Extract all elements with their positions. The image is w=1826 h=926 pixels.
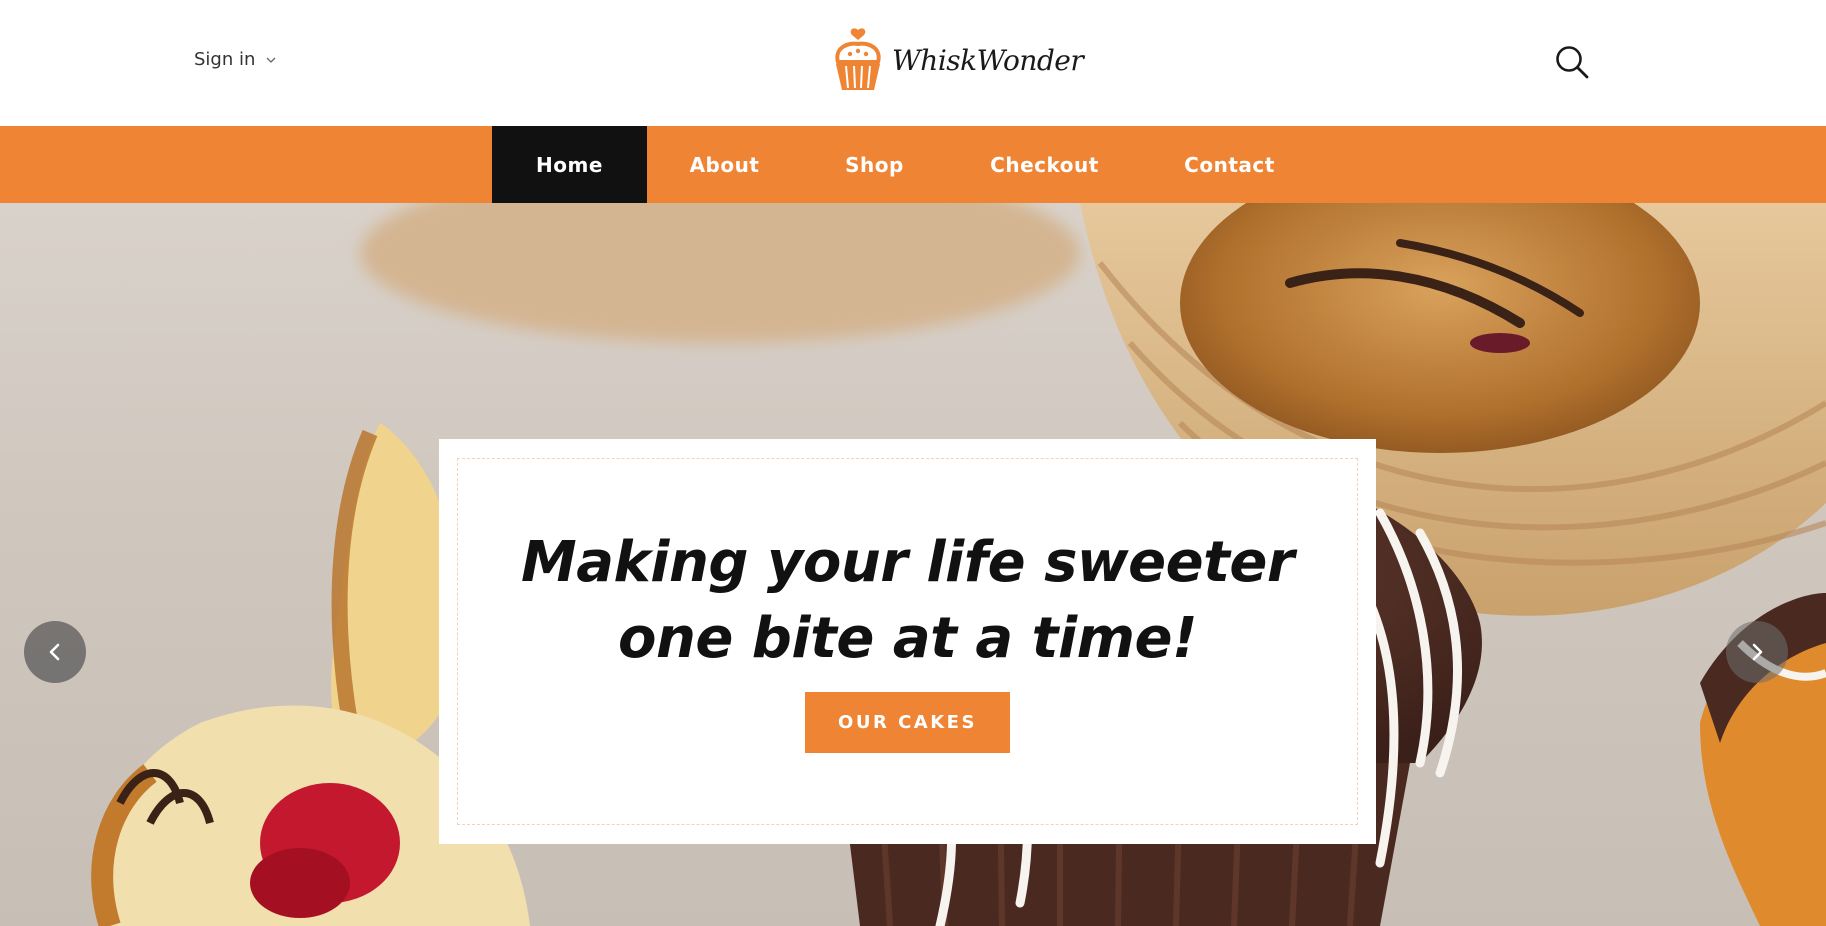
sign-in-dropdown[interactable]: Sign in bbox=[194, 49, 277, 70]
nav-item-shop[interactable]: Shop bbox=[802, 126, 947, 203]
chevron-right-icon bbox=[1752, 643, 1763, 661]
cupcake-icon bbox=[835, 28, 881, 90]
hero-headline-line2: one bite at a time! bbox=[617, 606, 1198, 671]
nav-item-checkout[interactable]: Checkout bbox=[947, 126, 1142, 203]
hero-card: Making your life sweeter one bite at a t… bbox=[439, 439, 1376, 844]
our-cakes-button[interactable]: OUR CAKES bbox=[805, 692, 1010, 753]
chevron-left-icon bbox=[49, 643, 60, 661]
hero-headline-line1: Making your life sweeter bbox=[521, 530, 1294, 595]
chevron-down-icon bbox=[266, 57, 276, 63]
slider-next-button[interactable] bbox=[1726, 621, 1788, 683]
hero-slider: Making your life sweeter one bite at a t… bbox=[0, 203, 1826, 926]
hero-headline: Making your life sweeter one bite at a t… bbox=[439, 525, 1376, 677]
sign-in-label: Sign in bbox=[194, 49, 256, 70]
site-header: Sign in WhiskWonder bbox=[0, 0, 1826, 126]
nav-item-home[interactable]: Home bbox=[492, 126, 647, 203]
slider-prev-button[interactable] bbox=[24, 621, 86, 683]
site-logo[interactable]: WhiskWonder bbox=[830, 26, 1084, 94]
search-icon[interactable] bbox=[1554, 44, 1590, 80]
nav-item-about[interactable]: About bbox=[647, 126, 802, 203]
main-nav: Home About Shop Checkout Contact bbox=[0, 126, 1826, 203]
nav-item-contact[interactable]: Contact bbox=[1142, 126, 1317, 203]
brand-name: WhiskWonder bbox=[892, 43, 1084, 77]
